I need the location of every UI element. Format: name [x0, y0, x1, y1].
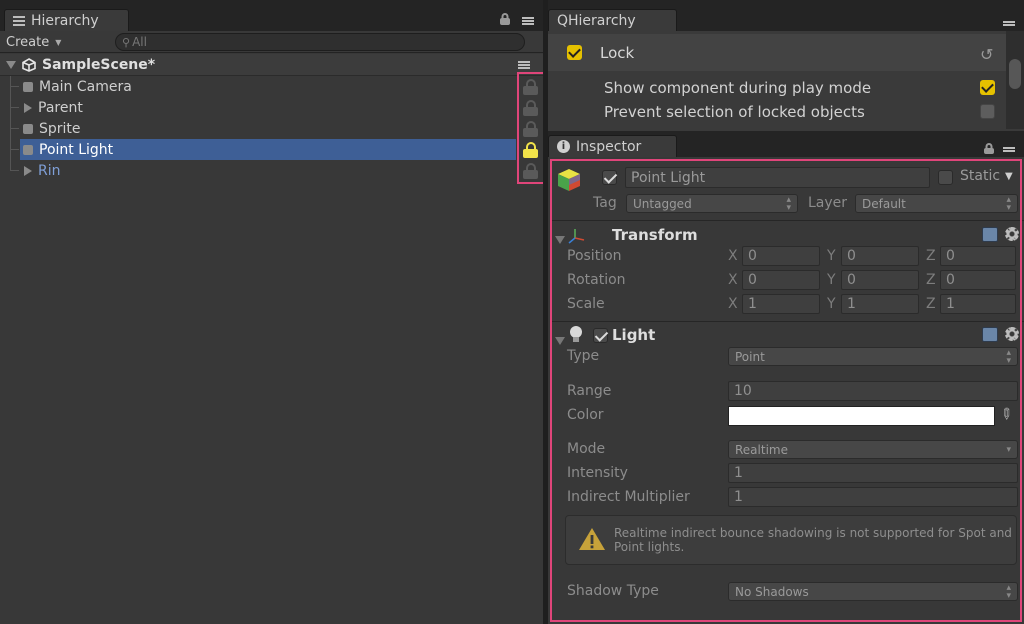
hierarchy-item-label: Parent: [38, 99, 83, 116]
option-show-component-checkbox[interactable]: [980, 80, 995, 95]
hierarchy-menu-icon[interactable]: [522, 16, 534, 26]
list-icon: [13, 14, 25, 28]
tree-connector: [10, 170, 19, 171]
unity-logo-icon: [22, 57, 36, 72]
qhierarchy-scrollbar[interactable]: [1006, 31, 1024, 129]
hierarchy-item-label: Sprite: [39, 120, 81, 137]
tab-inspector-label: Inspector: [576, 138, 642, 155]
tab-qhierarchy-label: QHierarchy: [557, 12, 636, 29]
scene-menu-icon[interactable]: [518, 60, 530, 70]
scrollbar-thumb[interactable]: [1009, 59, 1021, 89]
inspector-highlight: [550, 159, 1022, 622]
reset-icon[interactable]: ↺: [980, 45, 993, 64]
info-icon: i: [557, 140, 570, 153]
scene-header[interactable]: SampleScene*: [0, 54, 543, 76]
hierarchy-item[interactable]: Sprite: [20, 118, 516, 139]
scene-name: SampleScene*: [42, 56, 156, 73]
qhierarchy-menu-icon[interactable]: [1003, 20, 1015, 27]
expand-arrow-icon[interactable]: [24, 102, 32, 113]
create-button[interactable]: Create ▼: [6, 33, 61, 51]
hierarchy-item[interactable]: Parent: [20, 97, 516, 118]
tree-connector: [10, 107, 19, 108]
search-placeholder: All: [132, 35, 147, 49]
inspector-menu-icon[interactable]: [1003, 146, 1015, 153]
option-show-component-label: Show component during play mode: [604, 79, 872, 97]
tree-connector: [10, 149, 19, 150]
tab-hierarchy[interactable]: Hierarchy: [4, 9, 129, 31]
lock-checkbox[interactable]: [567, 45, 582, 60]
tree-connector: [10, 128, 19, 129]
hierarchy-item-label: Rin: [38, 162, 61, 179]
hierarchy-item-label: Point Light: [39, 141, 114, 158]
gameobject-icon: [23, 144, 33, 155]
lock-label: Lock: [600, 44, 635, 62]
option-prevent-selection-checkbox[interactable]: [980, 104, 995, 119]
tab-inspector[interactable]: i Inspector: [548, 135, 677, 157]
option-prevent-selection-label: Prevent selection of locked objects: [604, 103, 865, 121]
dropdown-arrow-icon: ▼: [55, 37, 62, 47]
hierarchy-item[interactable]: Point Light: [20, 139, 516, 160]
hierarchy-item[interactable]: Main Camera: [20, 76, 516, 97]
gameobject-icon: [23, 81, 33, 92]
tab-qhierarchy[interactable]: QHierarchy: [548, 9, 677, 31]
create-button-label: Create: [6, 34, 50, 50]
search-icon: ⚲: [122, 35, 131, 49]
tree-connector: [10, 86, 19, 87]
collapse-arrow-icon[interactable]: [6, 60, 16, 69]
tree-line: [10, 76, 11, 171]
gameobject-icon: [23, 123, 33, 134]
inspector-lock-icon[interactable]: [984, 143, 996, 155]
hierarchy-item-label: Main Camera: [39, 78, 132, 95]
hierarchy-item[interactable]: Rin: [20, 160, 516, 181]
tab-hierarchy-label: Hierarchy: [31, 12, 99, 29]
expand-arrow-icon[interactable]: [24, 165, 32, 176]
lock-column-highlight: [517, 72, 546, 184]
hierarchy-search-input[interactable]: ⚲ All: [115, 33, 525, 51]
lock-tab-icon[interactable]: [500, 13, 512, 27]
